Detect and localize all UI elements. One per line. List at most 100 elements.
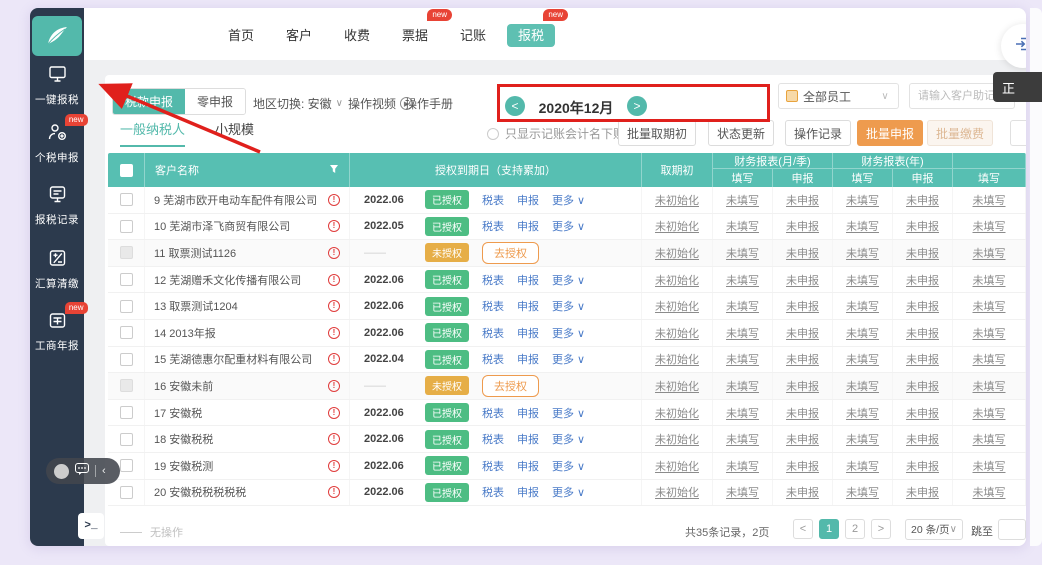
warning-icon[interactable]: !: [328, 407, 340, 419]
page-button-1[interactable]: 1: [819, 519, 839, 539]
more-link[interactable]: 更多 ∨: [552, 325, 585, 341]
jump-to-input[interactable]: [998, 519, 1026, 540]
status-link[interactable]: 未申报: [906, 351, 939, 367]
row-checkbox[interactable]: [120, 459, 133, 472]
exit-fab-button[interactable]: [1001, 24, 1026, 68]
filter-icon[interactable]: [329, 164, 339, 177]
subtab-general-taxpayer[interactable]: 一般纳税人: [120, 119, 185, 147]
status-link[interactable]: 未申报: [906, 218, 939, 234]
status-link[interactable]: 未申报: [786, 351, 819, 367]
select-all-checkbox[interactable]: [108, 153, 145, 187]
warning-icon[interactable]: !: [328, 433, 340, 445]
status-link[interactable]: 未填写: [973, 458, 1006, 474]
nav-item-1[interactable]: 客户: [270, 25, 328, 44]
more-link[interactable]: 更多 ∨: [552, 218, 585, 234]
tutorial-video-link[interactable]: 操作视频▶: [348, 95, 413, 112]
status-link[interactable]: 未填写: [726, 298, 759, 314]
status-link[interactable]: 未填写: [726, 378, 759, 394]
more-link[interactable]: 更多 ∨: [552, 351, 585, 367]
status-link[interactable]: 未填写: [846, 405, 879, 421]
status-link[interactable]: 未申报: [906, 192, 939, 208]
declare-link[interactable]: 申报: [517, 272, 539, 288]
tax-form-link[interactable]: 税表: [482, 298, 504, 314]
status-link[interactable]: 未申报: [906, 298, 939, 314]
init-status-link[interactable]: 未初始化: [655, 272, 699, 288]
status-link[interactable]: 未填写: [726, 351, 759, 367]
status-link[interactable]: 未申报: [786, 431, 819, 447]
status-link[interactable]: 未填写: [973, 298, 1006, 314]
init-status-link[interactable]: 未初始化: [655, 325, 699, 341]
page-size-select[interactable]: 20 条/页∨: [905, 519, 963, 540]
tax-form-link[interactable]: 税表: [482, 405, 504, 421]
status-link[interactable]: 未填写: [973, 192, 1006, 208]
action-button-1[interactable]: 批量取期初: [618, 120, 696, 146]
more-link[interactable]: 更多 ∨: [552, 405, 585, 421]
status-link[interactable]: 未填写: [973, 218, 1006, 234]
go-authorize-button[interactable]: 去授权: [482, 375, 539, 397]
row-checkbox[interactable]: [120, 486, 133, 499]
row-checkbox[interactable]: [120, 353, 133, 366]
action-button-3[interactable]: 操作记录: [785, 120, 851, 146]
row-checkbox[interactable]: [120, 193, 133, 206]
only-my-books-checkbox[interactable]: 只显示记账会计名下账簿: [487, 125, 637, 142]
tab-tax-declare[interactable]: 税款申报: [113, 89, 185, 114]
tax-form-link[interactable]: 税表: [482, 431, 504, 447]
cutoff-button[interactable]: [1010, 120, 1026, 146]
row-checkbox[interactable]: [120, 326, 133, 339]
init-status-link[interactable]: 未初始化: [655, 378, 699, 394]
status-link[interactable]: 未申报: [906, 325, 939, 341]
status-link[interactable]: 未填写: [973, 351, 1006, 367]
more-link[interactable]: 更多 ∨: [552, 458, 585, 474]
sidebar-item-1[interactable]: 一键报税: [30, 64, 84, 107]
init-status-link[interactable]: 未初始化: [655, 218, 699, 234]
nav-item-0[interactable]: 首页: [212, 25, 270, 44]
prev-page-button[interactable]: <: [793, 519, 813, 539]
nav-item-2[interactable]: 收费: [328, 25, 386, 44]
status-link[interactable]: 未填写: [846, 245, 879, 261]
status-link[interactable]: 未填写: [846, 484, 879, 500]
region-switcher[interactable]: 地区切换: 安徽∨: [253, 95, 343, 112]
row-checkbox[interactable]: [120, 433, 133, 446]
status-link[interactable]: 未填写: [726, 192, 759, 208]
init-status-link[interactable]: 未初始化: [655, 351, 699, 367]
declare-link[interactable]: 申报: [517, 325, 539, 341]
status-link[interactable]: 未填写: [726, 405, 759, 421]
status-link[interactable]: 未申报: [906, 484, 939, 500]
status-link[interactable]: 未申报: [786, 272, 819, 288]
more-link[interactable]: 更多 ∨: [552, 298, 585, 314]
tax-form-link[interactable]: 税表: [482, 272, 504, 288]
declare-link[interactable]: 申报: [517, 351, 539, 367]
next-page-button[interactable]: >: [871, 519, 891, 539]
status-link[interactable]: 未填写: [726, 218, 759, 234]
status-link[interactable]: 未填写: [846, 458, 879, 474]
warning-icon[interactable]: !: [328, 380, 340, 392]
declare-link[interactable]: 申报: [517, 192, 539, 208]
status-link[interactable]: 未填写: [846, 192, 879, 208]
more-link[interactable]: 更多 ∨: [552, 192, 585, 208]
more-link[interactable]: 更多 ∨: [552, 484, 585, 500]
more-link[interactable]: 更多 ∨: [552, 272, 585, 288]
warning-icon[interactable]: !: [328, 327, 340, 339]
next-month-button[interactable]: >: [627, 96, 647, 116]
app-logo[interactable]: [32, 16, 82, 56]
status-link[interactable]: 未申报: [786, 458, 819, 474]
status-link[interactable]: 未填写: [846, 351, 879, 367]
tax-form-link[interactable]: 税表: [482, 351, 504, 367]
warning-icon[interactable]: !: [328, 220, 340, 232]
warning-icon[interactable]: !: [328, 274, 340, 286]
tax-form-link[interactable]: 税表: [482, 192, 504, 208]
declare-link[interactable]: 申报: [517, 218, 539, 234]
staff-filter-select[interactable]: 全部员工: [778, 83, 873, 109]
declare-link[interactable]: 申报: [517, 431, 539, 447]
status-link[interactable]: 未填写: [726, 431, 759, 447]
status-link[interactable]: 未填写: [846, 298, 879, 314]
status-link[interactable]: 未填写: [846, 218, 879, 234]
declare-link[interactable]: 申报: [517, 298, 539, 314]
prev-month-button[interactable]: <: [505, 96, 525, 116]
sidebar-item-2[interactable]: new个税申报: [30, 122, 84, 165]
warning-icon[interactable]: !: [328, 247, 340, 259]
status-link[interactable]: 未填写: [973, 245, 1006, 261]
status-link[interactable]: 未填写: [846, 378, 879, 394]
status-link[interactable]: 未申报: [906, 405, 939, 421]
status-link[interactable]: 未填写: [846, 431, 879, 447]
